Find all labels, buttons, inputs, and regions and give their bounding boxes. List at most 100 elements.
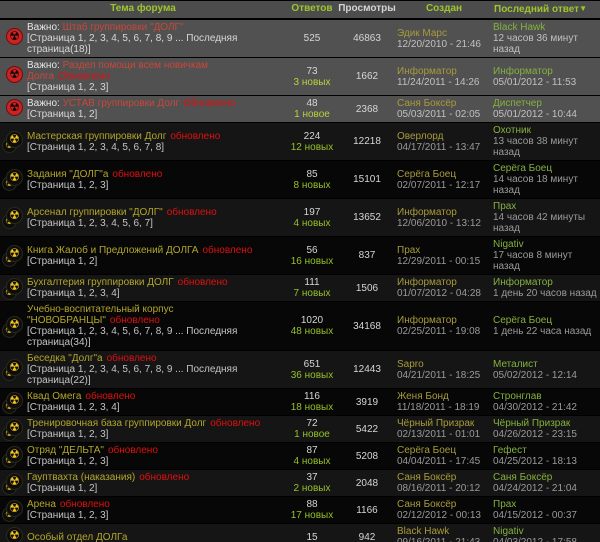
created-by-user[interactable]: Информатор <box>397 207 491 218</box>
col-header-topic[interactable]: Тема форума <box>0 3 286 15</box>
last-reply-user[interactable]: Информатор <box>493 66 599 77</box>
last-reply-time: 04/15/2012 - 00:37 <box>493 510 577 521</box>
topic-link[interactable]: Гауптвахта (наказания) <box>27 472 135 483</box>
col-header-views[interactable]: Просмотры <box>338 3 396 15</box>
created-by-user[interactable]: Саня Боксёр <box>397 98 491 109</box>
created-cell: Информатор 01/07/2012 - 04:28 <box>396 277 492 299</box>
page-links[interactable]: [Страница 1, 2, 3, 4, 5, 6, 7, 8, 9 ... … <box>27 326 285 348</box>
page-links[interactable]: [Страница 1, 2, 3] <box>27 456 285 467</box>
last-reply-user[interactable]: Nigativ <box>493 526 599 537</box>
last-reply-user[interactable]: Охотник <box>493 125 599 136</box>
page-links[interactable]: [Страница 1, 2] <box>27 109 285 120</box>
created-by-user[interactable]: Информатор <box>397 277 491 288</box>
last-reply-user[interactable]: Серёга Боец <box>493 163 599 174</box>
replies-cell: 651 36 новых <box>286 359 338 381</box>
topic-link[interactable]: Штаб группировки "ДОЛГ" <box>63 22 184 33</box>
reply-count: 85 <box>306 168 318 180</box>
last-reply-user[interactable]: Металист <box>493 359 599 370</box>
created-by-user[interactable]: Оверлорд <box>397 131 491 142</box>
page-links[interactable]: [Страница 1, 2, 3] <box>27 510 285 521</box>
updated-badge: Обновлено <box>183 98 236 109</box>
col-header-created[interactable]: Создан <box>396 3 492 15</box>
page-links[interactable]: [Страница 1, 2, 3, 4, 5, 6, 7, 8] <box>27 142 285 153</box>
last-reply-time: 13 часов 38 минут назад <box>493 136 578 158</box>
page-links[interactable]: [Страница 1, 2, 3, 4] <box>27 402 285 413</box>
radiation-yellow-icon: ☢ <box>6 315 23 333</box>
page-links[interactable]: [Страница 1, 2, 3] <box>27 429 285 440</box>
page-links[interactable]: [Страница 1, 2, 3, 4] <box>27 288 285 299</box>
topic-cell: ☢☢Аренаобновлено[Страница 1, 2, 3] <box>0 499 286 522</box>
last-reply-user[interactable]: Стронглав <box>493 391 599 402</box>
last-reply-user[interactable]: Серёга Боец <box>493 315 599 326</box>
topic-icon-wrap: ☢☢ <box>2 131 24 153</box>
page-links[interactable]: [Страница 1, 2, 3, 4, 5, 6, 7, 8, 9 ... … <box>27 364 285 386</box>
page-links[interactable]: [Страница 1, 2, 3] <box>27 82 285 93</box>
last-reply-user[interactable]: Саня Боксёр <box>493 472 599 483</box>
view-count: 1662 <box>355 71 379 82</box>
created-cell: Информатор 11/24/2011 - 14:26 <box>396 66 492 88</box>
topic-link[interactable]: Бухгалтерия группировки ДОЛГ <box>27 277 174 288</box>
created-by-user[interactable]: Серёга Боец <box>397 445 491 456</box>
last-reply-user[interactable]: Диспетчер <box>493 98 599 109</box>
topic-link[interactable]: Арена <box>27 499 56 510</box>
last-reply-user[interactable]: Чёрный Призрак <box>493 418 599 429</box>
created-date: 12/20/2010 - 21:46 <box>397 38 481 50</box>
topic-link[interactable]: Арсенал группировки "ДОЛГ" <box>27 207 163 218</box>
page-links[interactable]: [Страница 1, 2, 3, 4, 5, 6, 7] <box>27 218 285 229</box>
page-links[interactable]: [Страница 1, 2] <box>27 483 285 494</box>
topic-link[interactable]: УСТАВ группировки Долг <box>63 98 180 109</box>
forum-topic-table: Тема форума Ответов Просмотры Создан Пос… <box>0 0 600 542</box>
updated-badge: обновлено <box>202 244 253 256</box>
created-by-user[interactable]: Саня Боксёр <box>397 499 491 510</box>
last-reply-user[interactable]: Гефест <box>493 445 599 456</box>
created-by-user[interactable]: Серёга Боец <box>397 169 491 180</box>
topic-link[interactable]: Особый отдел ДОЛГа <box>27 532 127 542</box>
created-by-user[interactable]: Информатор <box>397 315 491 326</box>
created-by-user[interactable]: Женя Бонд <box>397 391 491 402</box>
last-reply-user[interactable]: Информатор <box>493 277 599 288</box>
created-date: 02/13/2011 - 01:01 <box>397 429 481 440</box>
topic-link[interactable]: Квад Омега <box>27 391 81 402</box>
topic-link[interactable]: Книга Жалоб и Предложений ДОЛГА <box>27 245 198 256</box>
last-reply-user[interactable]: Nigativ <box>493 239 599 250</box>
created-by-user[interactable]: Чёрный Призрак <box>397 418 491 429</box>
replies-cell: 116 18 новых <box>286 391 338 413</box>
col-header-last-reply[interactable]: Последний ответ▼ <box>492 3 600 15</box>
col-header-replies[interactable]: Ответов <box>286 3 338 15</box>
last-reply-time: 05/02/2012 - 12:14 <box>493 369 577 381</box>
view-count: 12218 <box>353 136 381 147</box>
topic-link[interactable]: Тренировочная база группировки Долг <box>27 418 206 429</box>
radiation-yellow-icon: ☢ <box>6 499 23 517</box>
topic-cell: ☢☢Арсенал группировки "ДОЛГ"обновлено[Ст… <box>0 207 286 229</box>
topic-text: Тренировочная база группировки Долг обнов… <box>27 418 285 440</box>
page-links[interactable]: [Страница 1, 2, 3, 4, 5, 6, 7, 8, 9 ... … <box>27 33 285 55</box>
important-prefix: Важно: <box>27 98 63 109</box>
new-replies-count: 7 новых <box>293 288 331 299</box>
created-cell: Прах 12/29/2011 - 00:15 <box>396 245 492 267</box>
created-date: 04/04/2011 - 17:45 <box>397 456 481 467</box>
last-reply-user[interactable]: Прах <box>493 201 599 212</box>
created-date: 05/03/2011 - 02:05 <box>397 109 481 120</box>
created-by-user[interactable]: Эдик Марс <box>397 28 491 39</box>
last-reply-user[interactable]: Прах <box>493 499 599 510</box>
updated-badge: обновлено <box>139 472 190 483</box>
topic-cell: ☢☢Задания "ДОЛГ"а обновлено[Страница 1, 2… <box>0 169 286 191</box>
created-by-user[interactable]: Информатор <box>397 66 491 77</box>
created-cell: Саня Боксёр 08/16/2011 - 20:12 <box>396 472 492 494</box>
topic-link[interactable]: Мастерская группировки Долг <box>27 131 166 142</box>
created-by-user[interactable]: Black Hawk <box>397 526 491 537</box>
topic-link[interactable]: Задания "ДОЛГ"а <box>27 169 108 180</box>
topic-link[interactable]: Отряд "ДЕЛЬТА" <box>27 445 104 456</box>
page-links[interactable]: [Страница 1, 2] <box>27 256 285 267</box>
topic-link[interactable]: Беседка "Долг"а <box>27 353 103 364</box>
created-by-user[interactable]: Прах <box>397 245 491 256</box>
page-links[interactable]: [Страница 1, 2, 3] <box>27 180 285 191</box>
last-reply-user[interactable]: Black Hawk <box>493 22 599 33</box>
topic-row: ☢☢Арсенал группировки "ДОЛГ"обновлено[Ст… <box>0 199 600 237</box>
topic-title-line: Гауптвахта (наказания) обновлено <box>27 472 285 483</box>
topic-row: ☢☢Аренаобновлено[Страница 1, 2, 3]8817 н… <box>0 497 600 524</box>
created-by-user[interactable]: Sapro <box>397 359 491 370</box>
sort-descending-icon[interactable]: ▼ <box>579 4 587 13</box>
replies-cell: 72 1 новое <box>286 418 338 440</box>
created-by-user[interactable]: Саня Боксёр <box>397 472 491 483</box>
